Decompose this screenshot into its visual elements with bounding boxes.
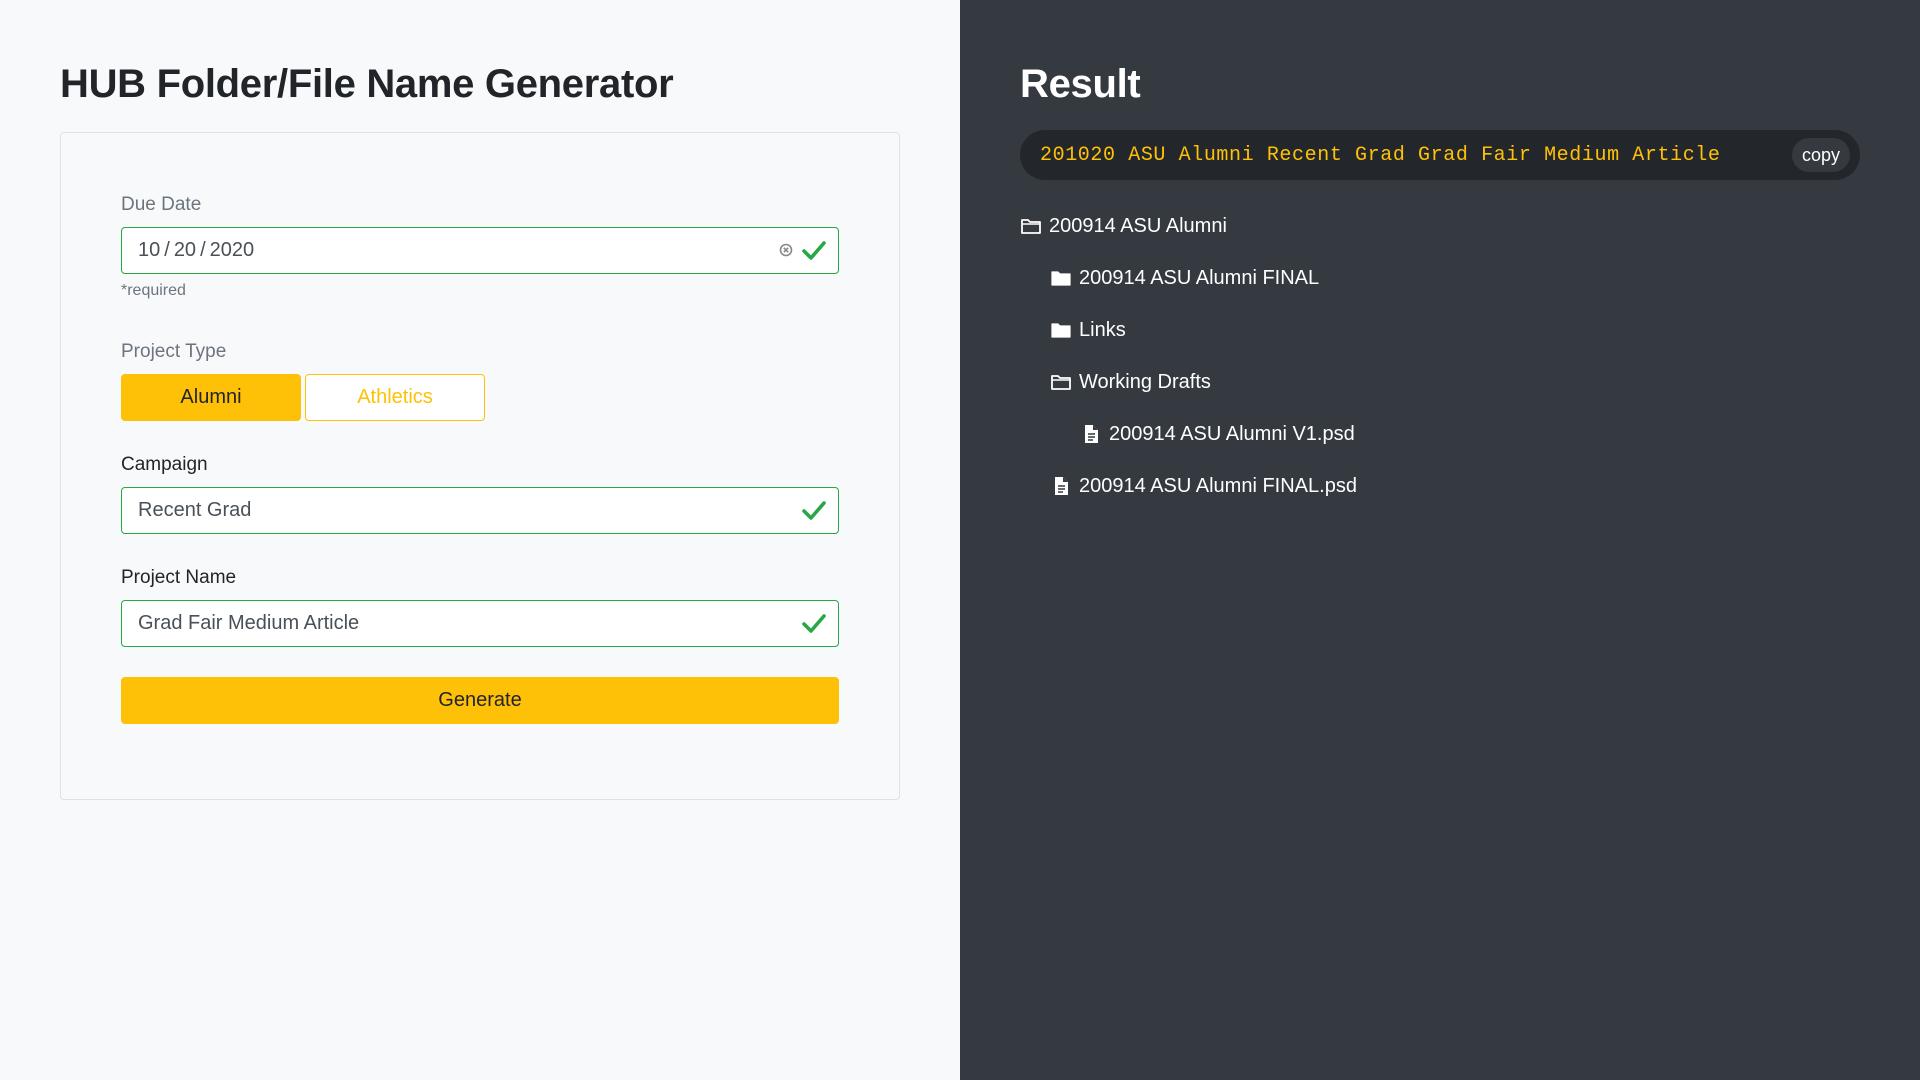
campaign-value: Recent Grad <box>138 499 252 521</box>
folder-icon <box>1051 323 1071 338</box>
folder-icon <box>1051 271 1071 286</box>
tree-item-label: 200914 ASU Alumni <box>1049 214 1227 237</box>
copy-button[interactable]: copy <box>1791 138 1850 172</box>
folder-tree: 200914 ASU Alumni 200914 ASU Alumni FINA… <box>1020 200 1860 512</box>
clear-date-icon[interactable] <box>779 243 793 257</box>
due-date-label: Due Date <box>121 194 202 215</box>
result-text[interactable]: 201020 ASU Alumni Recent Grad Grad Fair … <box>1040 144 1721 167</box>
project-name-input[interactable]: Grad Fair Medium Article <box>121 600 839 647</box>
generator-panel: HUB Folder/File Name Generator Due Date … <box>0 0 960 1080</box>
due-date-value: 10/20/2020 <box>138 239 822 262</box>
tree-item-label: 200914 ASU Alumni V1.psd <box>1109 422 1355 445</box>
generator-form: Due Date 10/20/2020 *required Project Ty… <box>60 132 900 800</box>
tree-item-label: 200914 ASU Alumni FINAL <box>1079 266 1320 289</box>
tree-item: 200914 ASU Alumni FINAL <box>1020 252 1860 304</box>
project-name-label: Project Name <box>121 567 237 588</box>
valid-check-icon <box>802 241 826 260</box>
tree-item: 200914 ASU Alumni FINAL.psd <box>1020 460 1860 512</box>
page-title: HUB Folder/File Name Generator <box>60 62 674 106</box>
tree-item: 200914 ASU Alumni V1.psd <box>1020 408 1860 460</box>
result-panel: Result 201020 ASU Alumni Recent Grad Gra… <box>960 0 1920 1080</box>
result-output: 201020 ASU Alumni Recent Grad Grad Fair … <box>1020 130 1860 180</box>
generate-button[interactable]: Generate <box>121 677 839 724</box>
tree-item: Working Drafts <box>1020 356 1860 408</box>
tree-item-label: 200914 ASU Alumni FINAL.psd <box>1079 474 1357 497</box>
valid-check-icon <box>802 614 826 633</box>
tree-item-label: Links <box>1079 318 1126 341</box>
campaign-label: Campaign <box>121 454 208 475</box>
valid-check-icon <box>802 501 826 520</box>
project-type-athletics-button[interactable]: Athletics <box>305 374 485 421</box>
project-type-toggle-group: Alumni Athletics <box>121 374 839 421</box>
due-date-input[interactable]: 10/20/2020 <box>121 227 839 274</box>
tree-item: 200914 ASU Alumni <box>1020 200 1860 252</box>
required-hint: *required <box>121 282 186 299</box>
campaign-input[interactable]: Recent Grad <box>121 487 839 534</box>
project-type-alumni-button[interactable]: Alumni <box>121 374 301 421</box>
tree-item: Links <box>1020 304 1860 356</box>
date-separator: / <box>200 239 206 261</box>
date-separator: / <box>164 239 170 261</box>
due-date-month[interactable]: 10 <box>138 239 160 262</box>
project-type-label: Project Type <box>121 341 227 362</box>
folder-open-icon <box>1051 375 1071 390</box>
result-title: Result <box>1020 62 1141 106</box>
file-icon <box>1055 477 1068 495</box>
due-date-day[interactable]: 20 <box>174 239 196 262</box>
due-date-year[interactable]: 2020 <box>210 239 255 262</box>
tree-item-label: Working Drafts <box>1079 370 1211 393</box>
file-icon <box>1085 425 1098 443</box>
folder-open-icon <box>1021 219 1041 234</box>
project-name-value: Grad Fair Medium Article <box>138 612 360 634</box>
